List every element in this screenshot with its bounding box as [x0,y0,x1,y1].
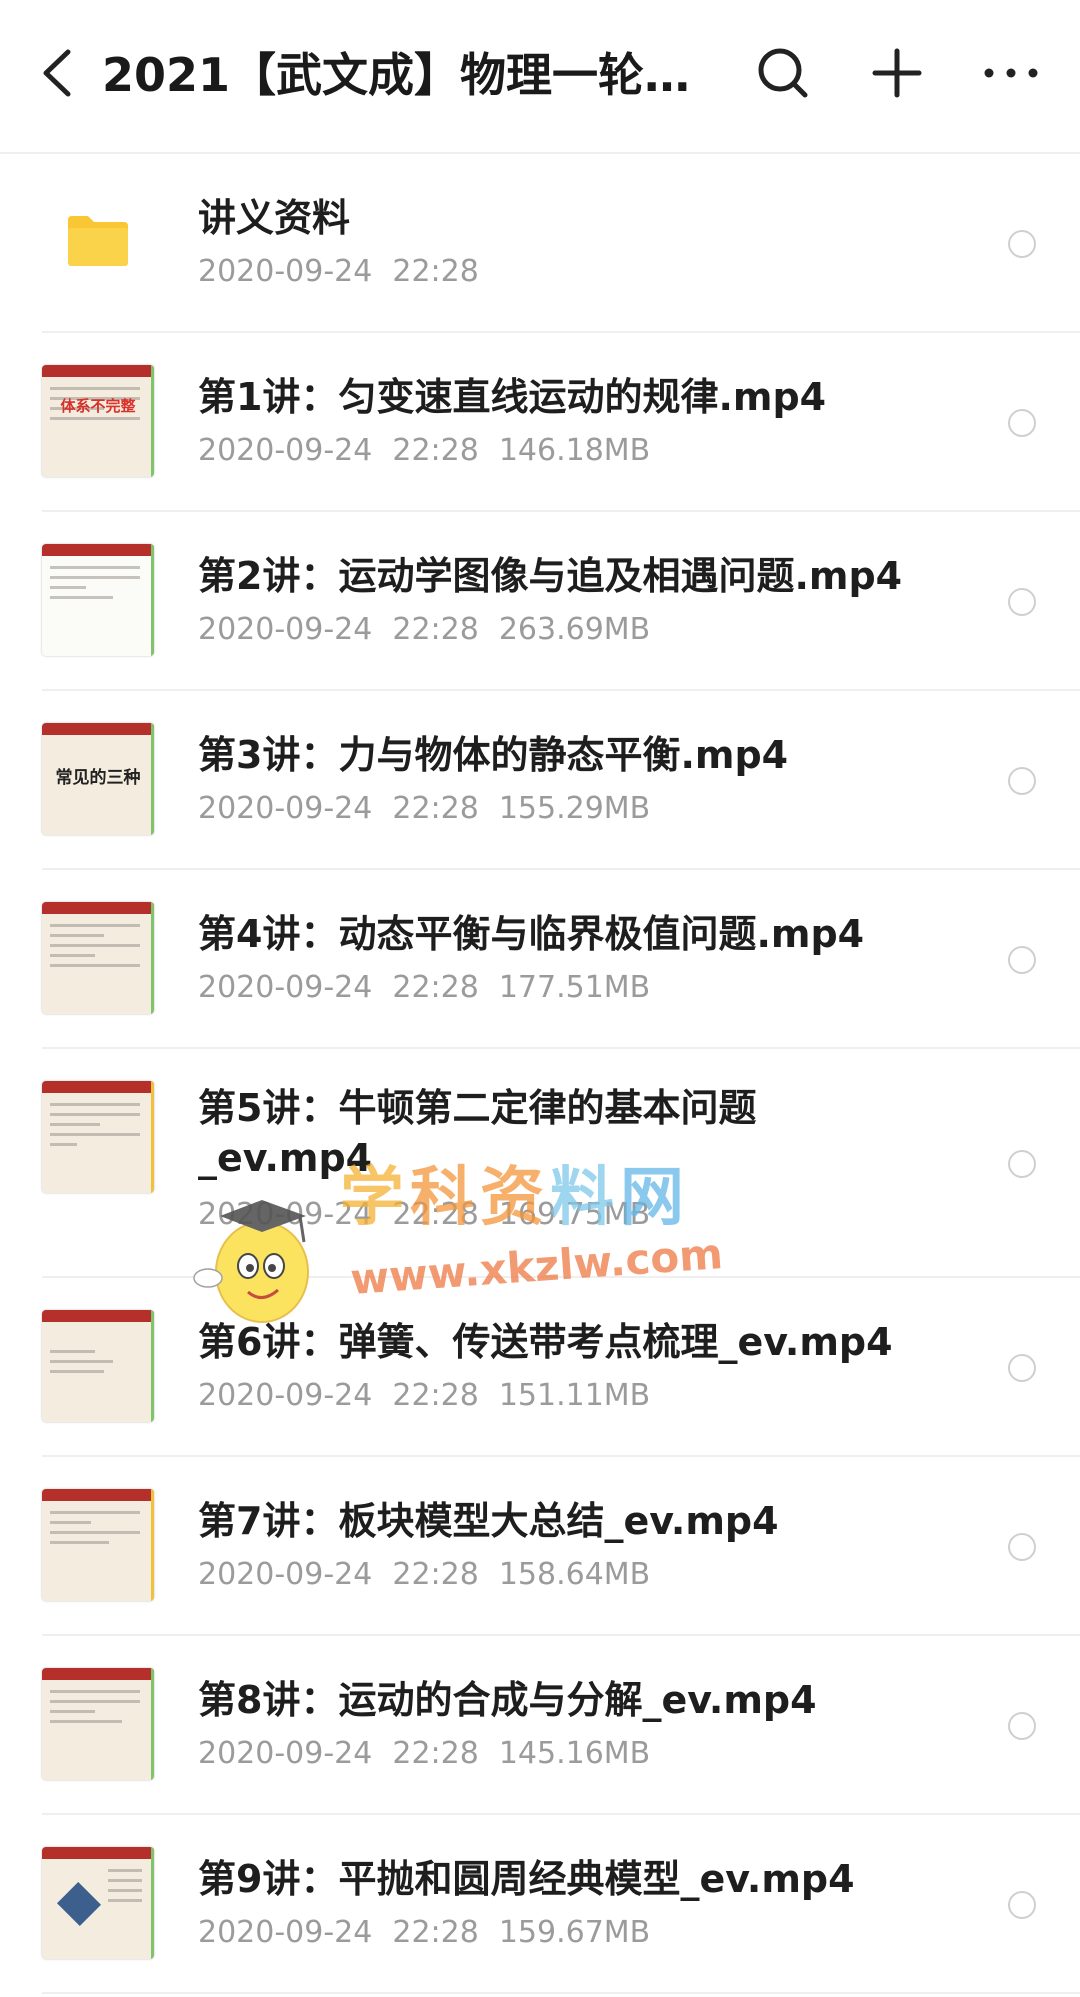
list-item-video[interactable]: 第7讲：板块模型大总结_ev.mp4 2020-09-24 22:28 158.64… [0,1457,1080,1636]
row-divider [42,1992,1080,1994]
list-item-video[interactable]: 第9讲：平抛和圆周经典模型_ev.mp4 2020-09-24 22:28 159.… [0,1815,1080,1994]
select-radio[interactable] [1008,1150,1036,1178]
file-time: 22:28 [392,433,479,468]
file-name: 第9讲：平抛和圆周经典模型_ev.mp4 [198,1857,855,1901]
list-item-video[interactable]: 第5讲：牛顿第二定律的基本问题_ev.mp4 2020-09-24 22:28 16… [0,1049,1080,1278]
file-meta: 2020-09-24 22:28 151.11MB [198,1374,670,1418]
back-button[interactable] [30,38,90,108]
list-item-video[interactable]: 常见的三种 第3讲：力与物体的静态平衡.mp4 2020-09-24 22:28 1… [0,691,1080,870]
top-app-bar: 2021【武文成】物理一轮暑... [0,0,1080,152]
video-thumbnail [42,544,154,656]
file-meta: 2020-09-24 22:28 177.51MB [198,966,670,1010]
file-meta: 2020-09-24 22:28 169.75MB [198,1193,670,1237]
file-date: 2020-09-24 [198,433,373,468]
list-item-video[interactable]: 第2讲：运动学图像与追及相遇问题.mp4 2020-09-24 22:28 263.… [0,512,1080,691]
select-radio[interactable] [1008,230,1036,258]
file-meta: 2020-09-24 22:28 146.18MB [198,429,670,473]
file-name: 第8讲：运动的合成与分解_ev.mp4 [198,1678,817,1722]
video-thumbnail: 体系不完整 [42,365,154,477]
file-name: 第2讲：运动学图像与追及相遇问题.mp4 [198,554,903,598]
file-time: 22:28 [392,1557,479,1592]
file-date: 2020-09-24 [198,1197,373,1232]
file-size: 151.11MB [498,1378,651,1413]
file-time: 22:28 [392,1197,479,1232]
file-name: 第6讲：弹簧、传送带考点梳理_ev.mp4 [198,1320,893,1364]
file-size: 158.64MB [498,1557,651,1592]
more-button[interactable] [976,38,1046,108]
file-size: 177.51MB [498,970,651,1005]
file-name: 讲义资料 [198,196,351,240]
file-meta: 2020-09-24 22:28 158.64MB [198,1553,670,1597]
file-size: 155.29MB [498,791,651,826]
video-thumbnail [42,1668,154,1780]
file-name: 第5讲：牛顿第二定律的基本问题_ev.mp4 [198,1086,757,1180]
more-horizontal-icon [984,68,1038,78]
list-item-video[interactable]: 第6讲：弹簧、传送带考点梳理_ev.mp4 2020-09-24 22:28 151… [0,1278,1080,1457]
file-time: 22:28 [392,1736,479,1771]
file-meta: 2020-09-24 22:28 263.69MB [198,608,670,652]
file-size: 146.18MB [498,433,651,468]
file-date: 2020-09-24 [198,1557,373,1592]
folder-icon [66,212,130,268]
plus-icon [872,48,922,98]
file-name: 第3讲：力与物体的静态平衡.mp4 [198,733,789,777]
video-thumbnail [42,902,154,1014]
file-name: 第7讲：板块模型大总结_ev.mp4 [198,1499,779,1543]
file-size: 145.16MB [498,1736,651,1771]
select-radio[interactable] [1008,1712,1036,1740]
file-date: 2020-09-24 [198,1736,373,1771]
select-radio[interactable] [1008,767,1036,795]
select-radio[interactable] [1008,588,1036,616]
chevron-left-icon [43,49,71,97]
file-date: 2020-09-24 [198,791,373,826]
list-item-folder[interactable]: 讲义资料 2020-09-24 22:28 [0,154,1080,333]
file-size: 263.69MB [498,612,651,647]
file-date: 2020-09-24 [198,612,373,647]
thumbnail-text: 常见的三种 [55,768,141,788]
file-time: 22:28 [392,254,479,289]
list-item-video[interactable]: 第8讲：运动的合成与分解_ev.mp4 2020-09-24 22:28 145.1… [0,1636,1080,1815]
video-thumbnail [42,1847,154,1959]
file-date: 2020-09-24 [198,254,373,289]
select-radio[interactable] [1008,1891,1036,1919]
file-date: 2020-09-24 [198,1915,373,1950]
thumbnail-text: 体系不完整 [60,397,136,415]
file-list: 讲义资料 2020-09-24 22:28 体系不完整 第1讲：匀变速直线运动的规… [0,154,1080,1994]
search-button[interactable] [748,38,818,108]
file-time: 22:28 [392,612,479,647]
select-radio[interactable] [1008,1354,1036,1382]
file-name: 第1讲：匀变速直线运动的规律.mp4 [198,375,827,419]
list-item-video[interactable]: 第4讲：动态平衡与临界极值问题.mp4 2020-09-24 22:28 177.5… [0,870,1080,1049]
file-time: 22:28 [392,791,479,826]
file-name: 第4讲：动态平衡与临界极值问题.mp4 [198,912,865,956]
file-meta: 2020-09-24 22:28 159.67MB [198,1911,670,1955]
file-size: 159.67MB [498,1915,651,1950]
select-radio[interactable] [1008,946,1036,974]
file-browser-screen: 2021【武文成】物理一轮暑... 讲义资料 2020-09-24 22:28 … [0,0,1080,1997]
video-thumbnail [42,1489,154,1601]
file-time: 22:28 [392,1378,479,1413]
select-radio[interactable] [1008,409,1036,437]
file-size: 169.75MB [498,1197,651,1232]
video-thumbnail: 常见的三种 [42,723,154,835]
search-icon [758,48,808,98]
file-meta: 2020-09-24 22:28 [198,250,499,294]
file-date: 2020-09-24 [198,970,373,1005]
file-time: 22:28 [392,970,479,1005]
video-thumbnail [42,1081,154,1193]
file-date: 2020-09-24 [198,1378,373,1413]
select-radio[interactable] [1008,1533,1036,1561]
page-title: 2021【武文成】物理一轮暑... [102,48,732,102]
video-thumbnail [42,1310,154,1422]
list-item-video[interactable]: 体系不完整 第1讲：匀变速直线运动的规律.mp4 2020-09-24 22:28… [0,333,1080,512]
file-meta: 2020-09-24 22:28 155.29MB [198,787,670,831]
add-button[interactable] [862,38,932,108]
file-meta: 2020-09-24 22:28 145.16MB [198,1732,670,1776]
file-time: 22:28 [392,1915,479,1950]
